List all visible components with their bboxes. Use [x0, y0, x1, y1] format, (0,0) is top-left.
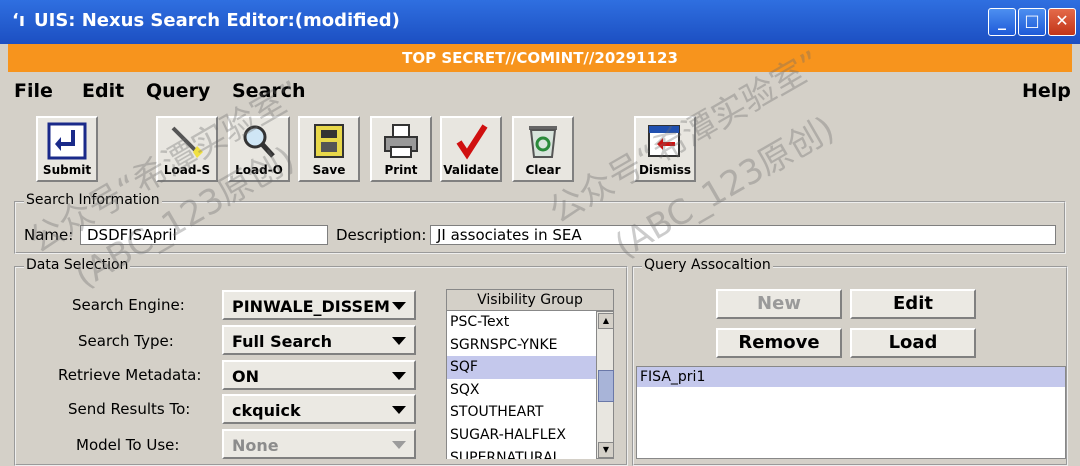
dismiss-label: Dismiss — [638, 163, 692, 177]
send-results-value: ckquick — [232, 401, 301, 420]
scroll-up-icon[interactable]: ▲ — [598, 313, 614, 329]
search-type-select[interactable]: Full Search — [222, 325, 416, 355]
validate-button[interactable]: Validate — [440, 116, 502, 182]
query-association-list[interactable]: FISA_pri1 — [636, 366, 1066, 459]
scroll-down-icon[interactable]: ▼ — [598, 442, 614, 458]
chevron-down-icon — [392, 441, 406, 449]
model-value: None — [232, 436, 279, 455]
search-type-value: Full Search — [232, 332, 332, 351]
description-field[interactable]: JI associates in SEA — [430, 225, 1056, 245]
close-button[interactable]: ✕ — [1048, 8, 1076, 36]
retrieve-metadata-select[interactable]: ON — [222, 360, 416, 390]
send-results-select[interactable]: ckquick — [222, 394, 416, 424]
menu-bar: File Edit Query Search Help — [0, 76, 1080, 106]
list-item-selected[interactable]: FISA_pri1 — [637, 367, 1065, 387]
minimize-button[interactable]: _ — [988, 8, 1016, 36]
model-label: Model To Use: — [76, 436, 180, 454]
search-engine-select[interactable]: PINWALE_DISSEM — [222, 290, 416, 320]
app-icon: ‘ı — [12, 10, 26, 31]
dismiss-button[interactable]: Dismiss — [634, 116, 696, 182]
new-button[interactable]: New — [716, 289, 842, 319]
retrieve-metadata-value: ON — [232, 367, 259, 386]
visibility-group-list[interactable]: PSC-Text SGRNSPC-YNKE SQF SQX STOUTHEART… — [446, 311, 596, 459]
classification-banner: TOP SECRET//COMINT//20291123 — [8, 44, 1072, 72]
list-item-selected[interactable]: SQF — [447, 356, 596, 379]
menu-query[interactable]: Query — [146, 80, 210, 102]
load-o-label: Load-O — [235, 163, 283, 177]
save-button[interactable]: Save — [298, 116, 360, 182]
visibility-group-scrollbar[interactable]: ▲ ▼ — [596, 311, 614, 459]
search-type-label: Search Type: — [78, 332, 174, 350]
list-item[interactable]: SGRNSPC-YNKE — [447, 334, 596, 357]
printer-icon — [384, 124, 418, 158]
exit-icon — [648, 125, 680, 157]
list-item[interactable]: SUGAR-HALFLEX — [447, 424, 596, 447]
recycle-bin-icon — [529, 126, 557, 158]
chevron-down-icon — [392, 372, 406, 380]
search-engine-value: PINWALE_DISSEM — [232, 297, 390, 316]
chevron-down-icon — [392, 337, 406, 345]
clear-label: Clear — [525, 163, 561, 177]
load-s-button[interactable]: Load-S — [156, 116, 218, 182]
visibility-group-header: Visibility Group — [446, 289, 614, 311]
send-results-label: Send Results To: — [68, 400, 191, 418]
title-bar: ‘ı UIS: Nexus Search Editor:(modified) _… — [0, 0, 1080, 44]
data-selection-title: Data Selection — [24, 257, 131, 273]
remove-button[interactable]: Remove — [716, 328, 842, 358]
list-item[interactable]: SQX — [447, 379, 596, 402]
list-item[interactable]: PSC-Text — [447, 311, 596, 334]
description-label: Description: — [336, 226, 427, 244]
submit-label: Submit — [42, 163, 92, 177]
list-item[interactable]: SUPERNATURAL — [447, 447, 596, 459]
magnifier-icon — [243, 125, 275, 158]
submit-icon — [47, 122, 87, 160]
maximize-button[interactable]: □ — [1018, 8, 1046, 36]
checkmark-icon — [456, 124, 488, 160]
load-s-label: Load-S — [163, 163, 211, 177]
validate-label: Validate — [443, 163, 499, 177]
load-button[interactable]: Load — [850, 328, 976, 358]
name-field[interactable]: DSDFISApril — [80, 225, 328, 245]
menu-file[interactable]: File — [14, 80, 53, 102]
name-label: Name: — [24, 226, 74, 244]
window-title: UIS: Nexus Search Editor:(modified) — [34, 10, 400, 31]
save-label: Save — [312, 163, 346, 177]
menu-edit[interactable]: Edit — [82, 80, 124, 102]
menu-help[interactable]: Help — [1022, 80, 1071, 102]
print-button[interactable]: Print — [370, 116, 432, 182]
retrieve-metadata-label: Retrieve Metadata: — [58, 366, 202, 384]
menu-search[interactable]: Search — [232, 80, 306, 102]
wand-icon — [171, 126, 203, 158]
query-association-title: Query Assocaltion — [642, 257, 773, 273]
toolbar: Submit Load-S Load-O Save Print Validate… — [0, 108, 1080, 186]
list-item[interactable]: STOUTHEART — [447, 401, 596, 424]
chevron-down-icon — [392, 406, 406, 414]
save-icon — [314, 124, 344, 158]
edit-button[interactable]: Edit — [850, 289, 976, 319]
load-o-button[interactable]: Load-O — [228, 116, 290, 182]
search-engine-label: Search Engine: — [72, 296, 185, 314]
search-information-title: Search Information — [24, 192, 162, 208]
clear-button[interactable]: Clear — [512, 116, 574, 182]
scroll-thumb[interactable] — [598, 370, 614, 402]
print-label: Print — [384, 163, 418, 177]
submit-button[interactable]: Submit — [36, 116, 98, 182]
model-select[interactable]: None — [222, 429, 416, 459]
chevron-down-icon — [392, 302, 406, 310]
